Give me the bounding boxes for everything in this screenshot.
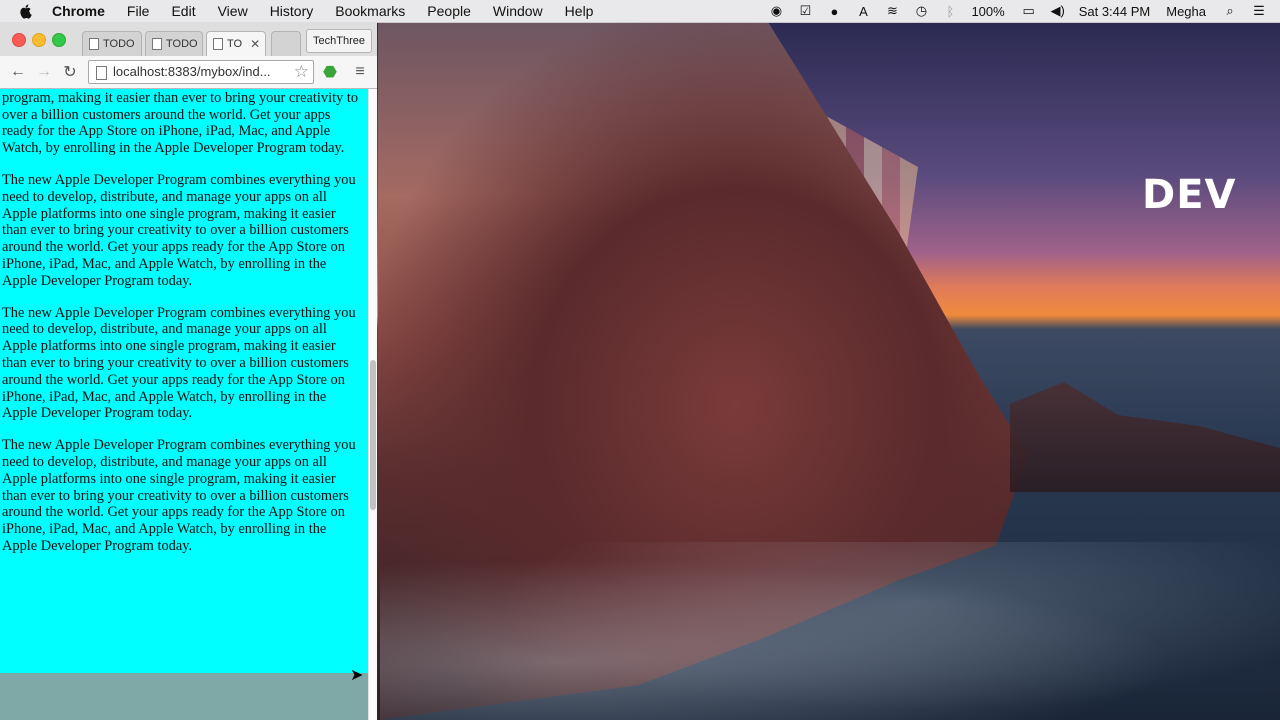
menu-window[interactable]: Window xyxy=(493,3,543,19)
wallpaper-sea xyxy=(380,542,1280,720)
document-icon xyxy=(89,38,99,50)
menu-file[interactable]: File xyxy=(127,3,150,19)
tab-todo-2[interactable]: TODO xyxy=(145,31,203,56)
new-tab-button[interactable] xyxy=(271,31,301,56)
battery-percent[interactable]: 100% xyxy=(971,4,1004,19)
volume-icon[interactable]: ◀) xyxy=(1050,3,1066,19)
menu-people[interactable]: People xyxy=(427,3,471,19)
document-icon xyxy=(213,38,223,50)
menu-bookmarks[interactable]: Bookmarks xyxy=(335,3,405,19)
paragraph-2: The new Apple Developer Program combines… xyxy=(2,304,356,422)
tab-strip: TODO TODO TO ✕ TechThree xyxy=(0,22,377,56)
menu-help[interactable]: Help xyxy=(565,3,594,19)
document-icon xyxy=(152,38,162,50)
tab-active[interactable]: TO ✕ xyxy=(206,31,266,56)
clock[interactable]: Sat 3:44 PM xyxy=(1079,4,1151,19)
menu-history[interactable]: History xyxy=(270,3,314,19)
page-footer xyxy=(0,673,368,720)
notification-center-icon[interactable]: ☰ xyxy=(1251,3,1267,19)
maximize-window-button[interactable] xyxy=(52,33,66,47)
url-text[interactable]: localhost:8383/mybox/ind... xyxy=(113,64,293,79)
bookmark-star-icon[interactable]: ☆ xyxy=(294,62,309,82)
tab-todo-1[interactable]: TODO xyxy=(82,31,142,56)
extension-icon[interactable]: ⬣ xyxy=(320,62,340,82)
menu-view[interactable]: View xyxy=(218,3,248,19)
paragraph-1: The new Apple Developer Program combines… xyxy=(2,171,356,289)
menu-app-name[interactable]: Chrome xyxy=(52,3,105,19)
profile-button[interactable]: TechThree xyxy=(306,29,372,53)
close-tab-icon[interactable]: ✕ xyxy=(250,37,260,51)
forward-arrow-icon[interactable]: → xyxy=(34,62,54,82)
reload-icon[interactable]: ↻ xyxy=(60,62,80,82)
address-bar[interactable]: localhost:8383/mybox/ind... ☆ xyxy=(88,60,314,84)
tab-title: TO xyxy=(227,38,243,50)
record-icon[interactable]: ◉ xyxy=(768,3,784,19)
scrollbar-thumb[interactable] xyxy=(370,360,376,510)
minimize-window-button[interactable] xyxy=(32,33,46,47)
vertical-scrollbar[interactable] xyxy=(368,89,377,720)
back-arrow-icon[interactable]: ← xyxy=(8,62,28,82)
mouse-cursor-icon: ➤ xyxy=(350,667,364,684)
compass-icon[interactable]: ● xyxy=(826,4,842,19)
battery-icon[interactable]: ▭ xyxy=(1021,3,1037,19)
spotlight-icon[interactable]: ⌕ xyxy=(1222,3,1238,19)
chrome-menu-icon[interactable]: ≡ xyxy=(350,62,370,82)
wallpaper-rocks xyxy=(1010,382,1280,492)
browser-toolbar: ← → ↻ localhost:8383/mybox/ind... ☆ ⬣ ≡ xyxy=(0,56,377,89)
page-viewport[interactable]: manage your apps on all Apple platforms … xyxy=(0,89,377,720)
page-icon xyxy=(96,66,107,80)
user-name[interactable]: Megha xyxy=(1166,4,1206,19)
menu-edit[interactable]: Edit xyxy=(171,3,195,19)
tab-title: TODO xyxy=(166,38,198,50)
status-area: ◉ ☑ ● A ≋ ◷ ᛒ 100% ▭ ◀) Sat 3:44 PM Megh… xyxy=(768,0,1280,22)
browser-window: TODO TODO TO ✕ TechThree ← → ↻ localhost… xyxy=(0,22,377,720)
dev-logo: DEV xyxy=(1142,172,1237,218)
tab-title: TODO xyxy=(103,38,135,50)
checkbox-icon[interactable]: ☑ xyxy=(797,3,813,19)
time-machine-icon[interactable]: ◷ xyxy=(913,3,929,19)
wifi-icon[interactable]: ≋ xyxy=(884,3,900,19)
apple-icon[interactable] xyxy=(18,3,34,19)
menu-bar: Chrome File Edit View History Bookmarks … xyxy=(0,0,1280,23)
paragraph-partial: manage your apps on all Apple platforms … xyxy=(2,89,359,157)
page-content: manage your apps on all Apple platforms … xyxy=(2,89,360,570)
paragraph-3: The new Apple Developer Program combines… xyxy=(2,437,356,554)
bluetooth-icon[interactable]: ᛒ xyxy=(942,4,958,19)
text-icon[interactable]: A xyxy=(855,4,871,19)
close-window-button[interactable] xyxy=(12,33,26,47)
